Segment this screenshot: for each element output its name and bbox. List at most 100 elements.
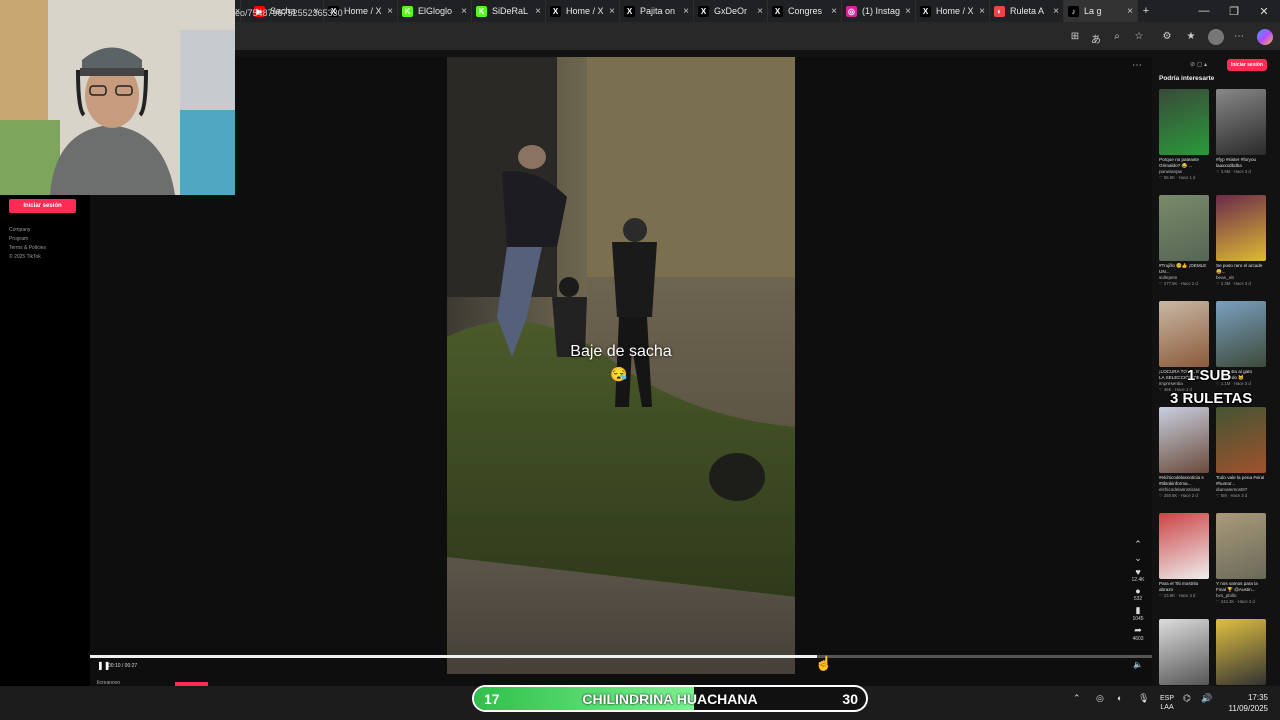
recommendation-card[interactable]: #fyp #sister #foryou laaxxxdbdba ♡ 3.9M ·… — [1216, 89, 1266, 175]
tray-discord-icon[interactable]: ◐ — [1117, 693, 1122, 703]
tab-title: Home / X — [936, 6, 974, 16]
bookmark-icon[interactable]: ▮ — [1127, 605, 1149, 616]
recommendation-thumbnail[interactable] — [1159, 195, 1209, 261]
video-time: 00:10 / 00:27 — [108, 663, 138, 669]
clock[interactable]: 17:35 11/09/2025 — [1218, 692, 1268, 714]
comments-count: 532 — [1133, 596, 1143, 602]
new-tab-button[interactable]: + — [1130, 0, 1162, 22]
tray-app-icon[interactable]: ◎ — [1096, 693, 1104, 704]
close-tab-icon[interactable]: × — [609, 6, 615, 17]
zoom-icon[interactable]: ⌕ — [1110, 31, 1124, 42]
roulette-name: CHILINDRINA HUACHANA — [582, 691, 758, 707]
footer-links: Company Program Terms & Policies © 2025 … — [9, 226, 46, 262]
recommendation-thumbnail[interactable] — [1216, 407, 1266, 473]
recommendation-thumbnail[interactable] — [1216, 301, 1266, 367]
close-tab-icon[interactable]: × — [757, 6, 763, 17]
shares-count: 4603 — [1132, 636, 1144, 642]
close-tab-icon[interactable]: × — [535, 6, 541, 17]
recommendation-thumbnail[interactable] — [1159, 513, 1209, 579]
recommendation-thumbnail[interactable] — [1216, 513, 1266, 579]
url-text[interactable]: eo/7548796752552365330 — [235, 8, 343, 18]
chevron-up-icon[interactable]: ⌃ — [1127, 539, 1149, 550]
recommendation-thumbnail[interactable] — [1159, 619, 1209, 685]
recommendation-thumbnail[interactable] — [1159, 89, 1209, 155]
recommendation-stats: ♡ 242.4K · Hace 2 d — [1216, 599, 1255, 604]
clock-date: 11/09/2025 — [1228, 704, 1268, 713]
microphone-icon[interactable]: 🎙 — [1138, 693, 1149, 704]
footer-link-terms[interactable]: Terms & Policies — [9, 244, 46, 253]
minimize-button[interactable]: — — [1188, 0, 1220, 22]
recommendation-title: #elchicodelasnoticia s #tiktokinforma... — [1159, 475, 1204, 486]
volume-icon[interactable]: 🔈 — [1133, 660, 1143, 669]
recommendation-title: Porque no pateaste Grimaldo? 😂 ... — [1159, 157, 1200, 168]
tray-expand-icon[interactable]: ⌃ — [1073, 693, 1081, 704]
footer-copyright: © 2025 TikTok — [9, 254, 41, 260]
install-app-icon[interactable]: ⊞ — [1068, 31, 1082, 42]
browser-tab[interactable]: ♪ La g × — [1064, 0, 1138, 22]
overlay-sub-text: 1 SUB — [1187, 367, 1232, 384]
recommendation-title: Para el Titi mostrito abrazo — [1159, 581, 1199, 592]
more-menu-icon[interactable]: ⋯ — [1232, 31, 1246, 42]
recommendation-thumbnail[interactable] — [1216, 195, 1266, 261]
copilot-icon[interactable] — [1257, 29, 1273, 45]
tab-title: Ruleta A — [1010, 6, 1045, 16]
saves-count: 1045 — [1132, 616, 1144, 622]
webcam-overlay — [0, 0, 235, 195]
favorite-star-icon[interactable]: ☆ — [1132, 31, 1146, 42]
recommendation-card[interactable]: #elchicodelasnoticia s #tiktokinforma...… — [1159, 407, 1209, 499]
translate-icon[interactable]: あ — [1089, 31, 1103, 46]
share-icon[interactable]: ➦ — [1127, 625, 1149, 636]
login-button-small[interactable]: Iniciar sesión — [1227, 59, 1267, 71]
comment-icon[interactable]: ● — [1127, 586, 1149, 596]
tab-title: La g — [1084, 6, 1102, 16]
recommendation-card[interactable]: Para el Titi mostrito abrazo ♡ 23.8K · Ha… — [1159, 513, 1209, 599]
browser-tab[interactable]: K ElGloglo × — [398, 0, 472, 22]
browser-tab[interactable]: X GxDeOr × — [694, 0, 768, 22]
favorites-icon[interactable]: ★ — [1184, 31, 1198, 42]
recommendation-card[interactable]: Todo vale la pena #viral #humor... diamat… — [1216, 407, 1266, 499]
profile-avatar[interactable] — [1208, 29, 1224, 45]
recommendation-title: #Trujillo 🥺👍 ¡DEMLE UN... — [1159, 263, 1207, 274]
chevron-down-icon[interactable]: ⌄ — [1127, 553, 1149, 564]
browser-tab[interactable]: X Congres × — [768, 0, 842, 22]
webcam-image — [0, 0, 235, 195]
more-options-icon[interactable]: ⋯ — [1132, 60, 1142, 71]
close-tab-icon[interactable]: × — [905, 6, 911, 17]
keyboard-layout: LAA — [1160, 704, 1174, 711]
recommendation-card[interactable]: Se puso raro el arcade 😅... bean_ob ♡ 2.3M… — [1216, 195, 1266, 287]
browser-tab[interactable]: X Home / X × — [546, 0, 620, 22]
recommendation-thumbnail[interactable] — [1159, 407, 1209, 473]
browser-tab[interactable]: ◎ (1) Instag × — [842, 0, 916, 22]
progress-fill — [90, 655, 818, 658]
browser-tab[interactable]: X Home / X × — [916, 0, 990, 22]
recommendation-card[interactable]: Porque no pateaste Grimaldo? 😂 ... panwia… — [1159, 89, 1209, 181]
recommendation-thumbnail[interactable] — [1216, 89, 1266, 155]
recommendation-thumbnail[interactable] — [1216, 619, 1266, 685]
tab-title: GxDeOr — [714, 6, 748, 16]
login-button[interactable]: Iniciar sesión — [9, 199, 76, 213]
browser-tab[interactable]: ◐ Ruleta A × — [990, 0, 1064, 22]
like-heart-icon[interactable]: ♥ — [1127, 567, 1149, 577]
close-tab-icon[interactable]: × — [683, 6, 689, 17]
recommendation-thumbnail[interactable] — [1159, 301, 1209, 367]
footer-link-program[interactable]: Program — [9, 235, 46, 244]
speaker-icon[interactable]: 🔊 — [1201, 693, 1212, 704]
roulette-icon: ◐ — [994, 5, 1005, 17]
maximize-button[interactable]: ❐ — [1218, 0, 1250, 22]
language-indicator[interactable]: ESP LAA — [1160, 694, 1174, 712]
footer-link-company[interactable]: Company — [9, 226, 46, 235]
browser-tab[interactable]: K SiDeRaL × — [472, 0, 546, 22]
close-tab-icon[interactable]: × — [387, 6, 393, 17]
close-tab-icon[interactable]: × — [831, 6, 837, 17]
extensions-icon[interactable]: ⚙ — [1160, 31, 1174, 42]
kick-icon: K — [476, 5, 487, 17]
recommendation-card[interactable]: Y nos vamos para la Final 🏆 @Austin... bx… — [1216, 513, 1266, 605]
recommendation-card[interactable]: #Trujillo 🥺👍 ¡DEMLE UN... sollepem ♡ 277.5… — [1159, 195, 1209, 287]
close-tab-icon[interactable]: × — [461, 6, 467, 17]
close-tab-icon[interactable]: × — [1053, 6, 1059, 17]
close-tab-icon[interactable]: × — [979, 6, 985, 17]
cursor-hand-icon: ☝ — [815, 655, 833, 671]
browser-tab[interactable]: X Pajita on × — [620, 0, 694, 22]
network-icon[interactable]: ⌬ — [1183, 693, 1191, 704]
close-window-button[interactable]: ✕ — [1248, 0, 1280, 22]
